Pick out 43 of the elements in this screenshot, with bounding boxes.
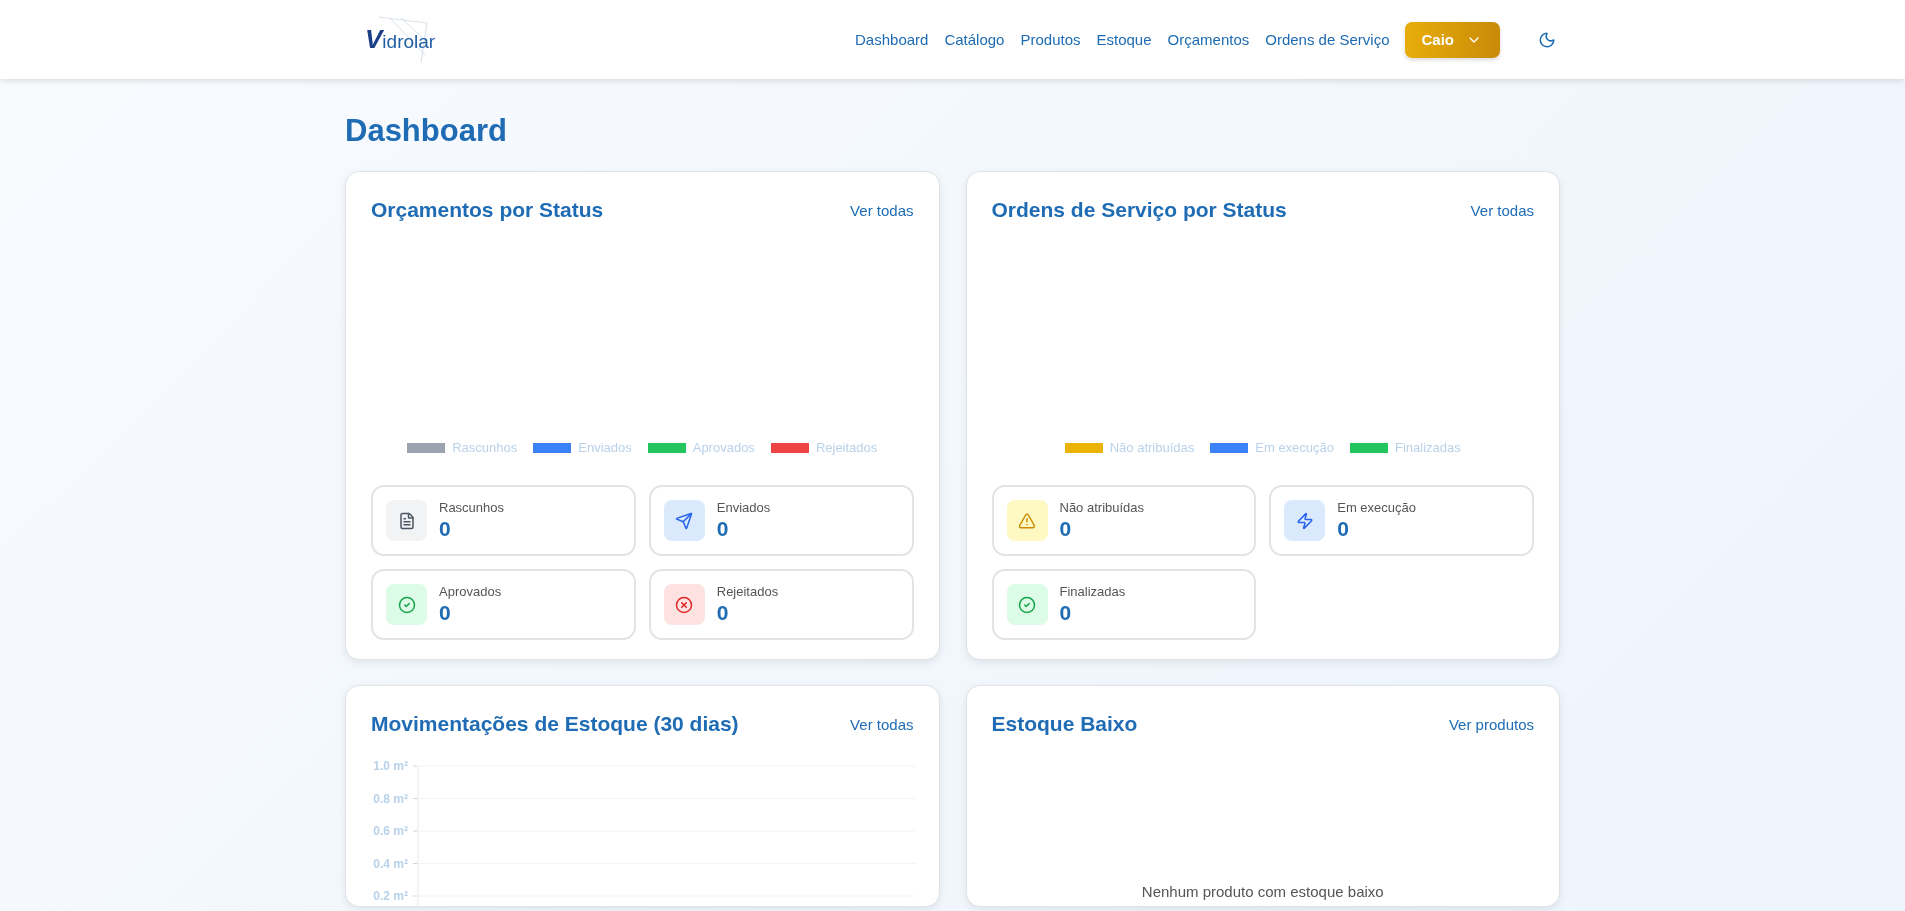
view-all-link[interactable]: Ver todas <box>1470 201 1534 219</box>
legend-label: Rascunhos <box>452 440 518 455</box>
legend-label: Finalizadas <box>1395 440 1461 455</box>
stat-label: Não atribuídas <box>1059 500 1145 515</box>
stat-label: Enviados <box>716 500 771 515</box>
stat-label: Rejeitados <box>716 584 779 599</box>
axis-tick-label: 0.6 m² <box>373 824 408 838</box>
stat-value: 0 <box>439 517 452 541</box>
page-title: Dashboard <box>345 113 508 149</box>
nav-link[interactable]: Orçamentos <box>1167 31 1250 48</box>
stat-label: Finalizadas <box>1059 584 1126 599</box>
stat-value: 0 <box>439 601 452 625</box>
stat-label: Aprovados <box>439 584 502 599</box>
card-title: Ordens de Serviço por Status <box>991 198 1287 222</box>
axis-tick-label: 0.4 m² <box>373 856 408 871</box>
card-title: Estoque Baixo <box>991 712 1138 736</box>
nav-link[interactable]: Produtos <box>1020 31 1081 48</box>
stat-value: 0 <box>716 601 730 625</box>
empty-message: Nenhum produto com estoque baixo <box>1141 883 1384 900</box>
stat-value: 0 <box>1337 517 1350 541</box>
legend-label: Em execução <box>1255 440 1335 455</box>
card-title: Movimentações de Estoque (30 dias) <box>371 712 739 736</box>
logo[interactable]: Vidrolar <box>365 14 450 65</box>
stat-value: 0 <box>1059 517 1073 541</box>
stat-value: 0 <box>1059 601 1073 625</box>
stat-label: Em execução <box>1337 500 1416 515</box>
stat-value: 0 <box>716 517 730 541</box>
nav-link[interactable]: Dashboard <box>855 31 929 48</box>
axis-tick-label: 1.0 m² <box>373 759 408 773</box>
axis-tick-label: 0.2 m² <box>373 889 408 903</box>
view-all-link[interactable]: Ver todas <box>850 201 914 219</box>
legend-label: Enviados <box>578 440 632 455</box>
nav-link[interactable]: Estoque <box>1096 31 1152 48</box>
view-all-link[interactable]: Ver todas <box>850 715 914 733</box>
legend-label: Aprovados <box>692 440 755 455</box>
card-title: Orçamentos por Status <box>371 198 604 222</box>
axis-tick-label: 0.8 m² <box>373 791 408 806</box>
nav-link[interactable]: Catálogo <box>944 31 1005 48</box>
view-all-link[interactable]: Ver produtos <box>1448 715 1534 733</box>
legend-label: Não atribuídas <box>1109 440 1195 455</box>
legend-label: Rejeitados <box>815 440 878 455</box>
nav-link[interactable]: Ordens de Serviço <box>1265 31 1390 48</box>
stat-label: Rascunhos <box>439 500 505 515</box>
